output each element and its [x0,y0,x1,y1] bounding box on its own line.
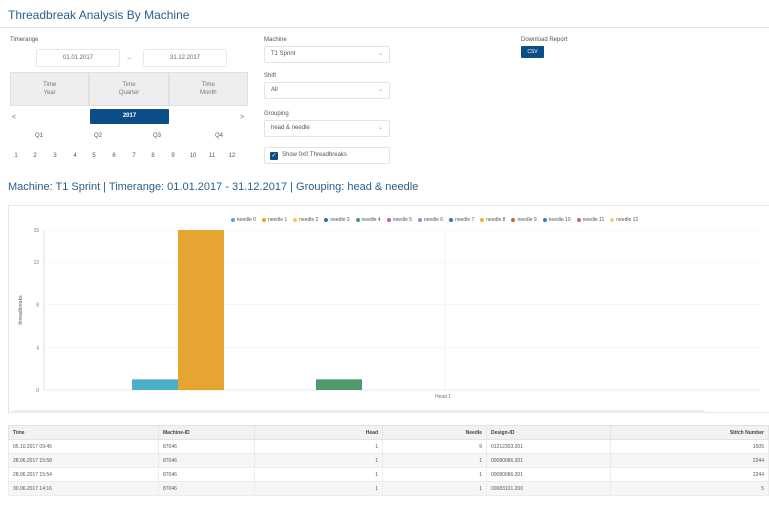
cell-machine-id: 87046 [158,439,255,454]
cell-head: 1 [254,481,383,496]
column-header-needle[interactable]: Needle [382,425,487,440]
bar-needle-0 [132,379,178,390]
chart-scrollbar[interactable] [12,410,705,413]
bar-needle-1 [178,230,224,390]
table-row[interactable]: 28.06.2017 15:54 87046 1 1 00080086.201 … [8,467,769,482]
table-row[interactable]: 05.10.2017 09:45 87046 1 9 01212303.201 … [8,439,769,454]
cell-design-id: 00083101.200 [486,481,611,496]
column-header-head[interactable]: Head [254,425,383,440]
column-header-stitch-number[interactable]: Stitch Number [610,425,769,440]
cell-stitch-number: 2244 [610,453,769,468]
x-tick-label: Head 1 [435,394,451,400]
y-tick-label: 15 [33,228,39,234]
cell-machine-id: 87046 [158,467,255,482]
cell-needle: 9 [382,439,487,454]
cell-machine-id: 87046 [158,481,255,496]
cell-stitch-number: 5 [610,481,769,496]
y-tick-label: 12 [33,260,39,266]
y-tick-label: 0 [36,388,39,394]
y-tick-label: 8 [36,303,39,309]
column-header-time[interactable]: Time [8,425,159,440]
cell-needle: 1 [382,467,487,482]
cell-machine-id: 87046 [158,453,255,468]
bar-needle-4 [316,379,362,390]
cell-time: 30.06.2017 14:16 [8,481,159,496]
threadbreak-table: Time Machine-ID Head Needle Design-ID St… [8,425,769,496]
y-axis-title: threadbreaks [18,295,24,325]
cell-needle: 1 [382,453,487,468]
table-header-row: Time Machine-ID Head Needle Design-ID St… [8,425,769,440]
cell-stitch-number: 1505 [610,439,769,454]
y-tick-label: 4 [36,345,39,351]
cell-time: 05.10.2017 09:45 [8,439,159,454]
cell-time: 28.06.2017 15:58 [8,453,159,468]
cell-design-id: 00080086.201 [486,467,611,482]
column-header-machine-id[interactable]: Machine-ID [158,425,255,440]
table-row[interactable]: 28.06.2017 15:58 87046 1 1 00080086.201 … [8,453,769,468]
cell-stitch-number: 2244 [610,467,769,482]
table-row[interactable]: 30.06.2017 14:16 87046 1 1 00083101.200 … [8,481,769,496]
cell-head: 1 [254,453,383,468]
cell-design-id: 01212303.201 [486,439,611,454]
cell-head: 1 [254,467,383,482]
cell-time: 28.06.2017 15:54 [8,467,159,482]
cell-design-id: 00080086.201 [486,453,611,468]
cell-head: 1 [254,439,383,454]
column-header-design-id[interactable]: Design-ID [486,425,611,440]
cell-needle: 1 [382,481,487,496]
